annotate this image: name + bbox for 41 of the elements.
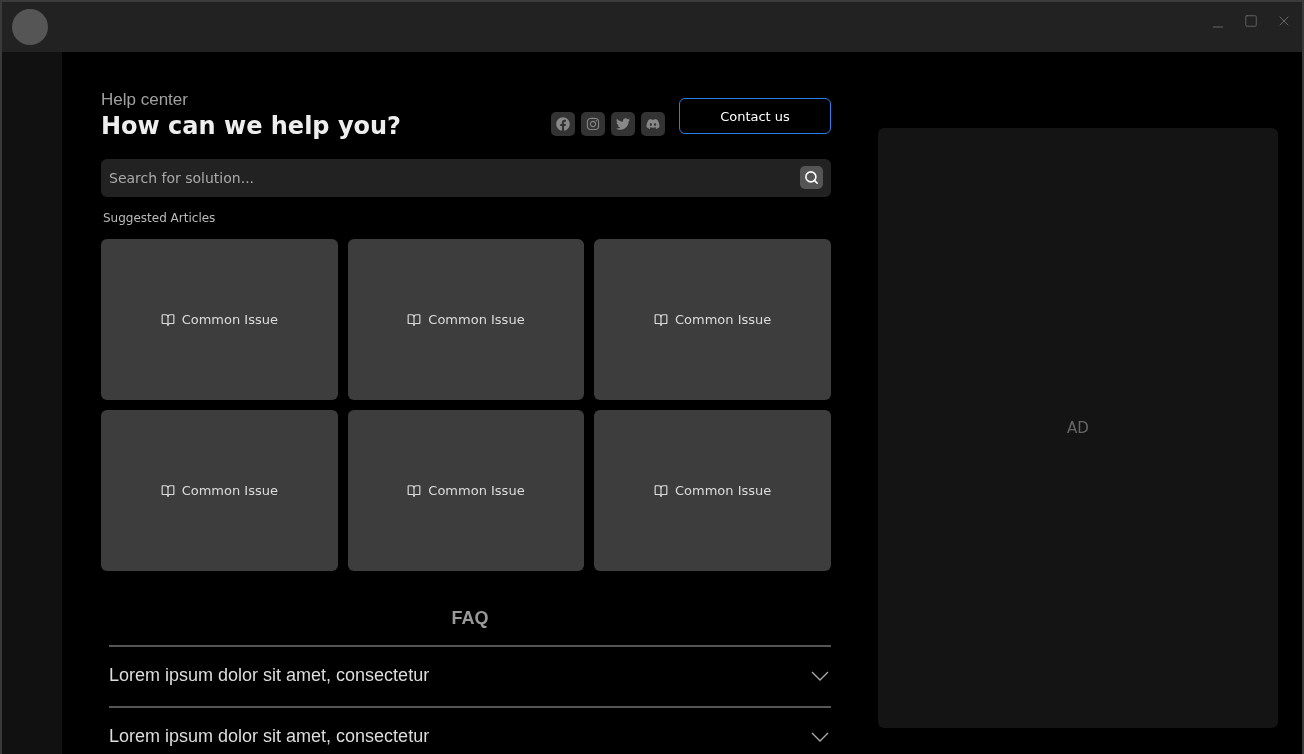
page-title: How can we help you? (101, 112, 402, 140)
faq-question: Lorem ipsum dolor sit amet, consectetur (109, 726, 430, 747)
search-icon (804, 170, 819, 185)
faq-item[interactable]: Lorem ipsum dolor sit amet, consectetur (109, 645, 831, 706)
article-card[interactable]: Common Issue (101, 410, 338, 571)
ad-label: AD (1067, 419, 1089, 437)
article-card[interactable]: Common Issue (101, 239, 338, 400)
book-icon (407, 312, 422, 327)
article-card[interactable]: Common Issue (594, 410, 831, 571)
faq-heading: FAQ (450, 608, 490, 629)
twitter-icon (616, 117, 630, 131)
book-icon (160, 483, 175, 498)
book-icon (654, 312, 668, 327)
article-title: Common Issue (181, 483, 278, 498)
book-icon (160, 312, 175, 327)
chevron-down-icon (811, 670, 829, 681)
search-field[interactable]: Search for solution... (101, 159, 831, 197)
article-title: Common Issue (675, 483, 772, 498)
facebook-button[interactable] (551, 112, 575, 136)
book-icon (654, 483, 668, 498)
twitter-button[interactable] (611, 112, 635, 136)
facebook-icon (556, 117, 570, 131)
instagram-icon (586, 117, 600, 131)
contact-button[interactable]: Contact us (679, 98, 831, 134)
article-title: Common Issue (181, 312, 278, 327)
article-card[interactable]: Common Issue (347, 410, 585, 571)
search-button[interactable] (800, 166, 823, 189)
article-card[interactable]: Common Issue (347, 239, 585, 400)
eyebrow-text: Help center (101, 90, 189, 110)
discord-icon (646, 117, 660, 131)
discord-button[interactable] (641, 112, 665, 136)
section-label: Suggested Articles (103, 211, 217, 225)
article-title: Common Issue (675, 312, 772, 327)
instagram-button[interactable] (581, 112, 605, 136)
article-card[interactable]: Common Issue (594, 239, 831, 400)
chevron-down-icon (811, 731, 829, 742)
book-icon (407, 483, 422, 498)
faq-question: Lorem ipsum dolor sit amet, consectetur (109, 665, 430, 686)
article-title: Common Issue (428, 312, 525, 327)
article-title: Common Issue (428, 483, 525, 498)
faq-item[interactable]: Lorem ipsum dolor sit amet, consectetur (109, 706, 831, 754)
